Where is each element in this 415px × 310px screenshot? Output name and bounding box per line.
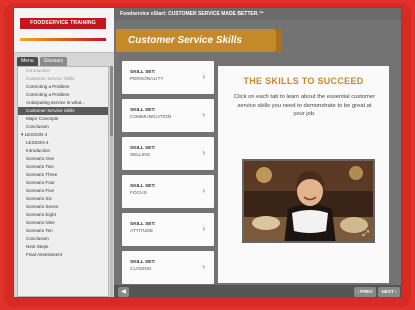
page-title: Customer Service Skills (116, 29, 276, 52)
portal-logo: FOODSERVICE TRAINING PORTAL (14, 8, 114, 53)
chevron-right-icon: › (202, 110, 205, 119)
skill-tab-label: SKILL SET: (130, 222, 156, 227)
skill-tab-attitude[interactable]: SKILL SET: ATTITUDE › (122, 213, 214, 246)
skill-tab-name: PERSONALITY (130, 77, 164, 82)
skill-tab-closing[interactable]: SKILL SET: CLOSING › (122, 251, 214, 284)
menu-item[interactable]: LESSON 4 (18, 139, 108, 147)
panel-title: THE SKILLS TO SUCCEED (243, 76, 364, 86)
course-title-bar: Foodservice eStart: CUSTOMER SERVICE MAD… (114, 8, 401, 20)
menu-item[interactable]: Correcting a Problem (18, 83, 108, 91)
sidebar-tabs: Menu Glossary (14, 57, 114, 66)
photo-illustration (244, 161, 373, 241)
menu-item[interactable]: Scenario Three (18, 171, 108, 179)
skills-panel: THE SKILLS TO SUCCEED Click on each tab … (218, 66, 389, 283)
skill-tab-name: CLOSING (130, 267, 152, 272)
scroll-thumb[interactable] (110, 66, 113, 136)
menu-scrollbar[interactable] (110, 66, 113, 297)
menu-item[interactable]: Scenario Five (18, 187, 108, 195)
skill-tab-communication[interactable]: SKILL SET: COMMUNICATION › (122, 99, 214, 132)
sidebar: FOODSERVICE TRAINING PORTAL Menu Glossar… (14, 8, 114, 297)
skill-tab-focus[interactable]: SKILL SET: FOCUS › (122, 175, 214, 208)
menu-item[interactable]: Conclusion (18, 123, 108, 131)
menu-item[interactable]: Scenario Six (18, 195, 108, 203)
main-content: Customer Service Skills SKILL SET: PERSON… (114, 20, 401, 285)
menu-item[interactable]: Next Steps (18, 243, 108, 251)
skill-tab-label: SKILL SET: (130, 108, 156, 113)
menu-item[interactable]: Scenario One (18, 155, 108, 163)
tab-menu[interactable]: Menu (17, 57, 38, 66)
chevron-right-icon: › (202, 262, 205, 271)
menu-item[interactable]: Customer Service Skills (18, 75, 108, 83)
logo-stripe (20, 38, 106, 41)
skill-tab-selling[interactable]: SKILL SET: SELLING › (122, 137, 214, 170)
menu-item[interactable]: Scenario Seven (18, 203, 108, 211)
menu-item[interactable]: Scenario Nine (18, 219, 108, 227)
chevron-right-icon: › (202, 186, 205, 195)
skill-tab-name: COMMUNICATION (130, 115, 172, 120)
menu-item[interactable]: ▾ LESSON 4 (18, 131, 108, 139)
menu-item[interactable]: Correcting a Problem (18, 91, 108, 99)
server-photo: ⤢ (242, 159, 375, 243)
menu-item[interactable]: Major Concepts (18, 115, 108, 123)
menu-item[interactable]: Introduction (18, 67, 108, 75)
collapse-menu-button[interactable]: ◀ (118, 287, 129, 297)
menu-item[interactable]: Final Assessment (18, 251, 108, 259)
skill-tab-personality[interactable]: SKILL SET: PERSONALITY › (122, 61, 214, 94)
menu-item[interactable]: Scenario Ten (18, 227, 108, 235)
chevron-right-icon: › (202, 148, 205, 157)
next-button[interactable]: NEXT › (378, 287, 400, 297)
chevron-right-icon: › (202, 224, 205, 233)
navigation-bar: ◀ ‹ PREV NEXT › (114, 285, 401, 297)
skill-tab-name: SELLING (130, 153, 151, 158)
menu-item[interactable]: Introduction (18, 147, 108, 155)
prev-button[interactable]: ‹ PREV (354, 287, 376, 297)
chevron-right-icon: › (202, 72, 205, 81)
logo-text: FOODSERVICE TRAINING PORTAL (20, 18, 106, 37)
menu-item[interactable]: Customer Service Skills (18, 107, 108, 115)
expand-icon[interactable]: ⤢ (361, 229, 370, 238)
skill-tab-label: SKILL SET: (130, 260, 156, 265)
tab-glossary[interactable]: Glossary (39, 57, 68, 66)
course-menu: Introduction Customer Service Skills Corre… (17, 66, 109, 297)
menu-item[interactable]: Anticipating service is what... (18, 99, 108, 107)
skill-tab-label: SKILL SET: (130, 184, 156, 189)
menu-item[interactable]: Scenario Eight (18, 211, 108, 219)
skill-tab-label: SKILL SET: (130, 146, 156, 151)
menu-item[interactable]: Scenario Two (18, 163, 108, 171)
panel-body: Click on each tab to learn about the ess… (233, 94, 376, 117)
menu-item[interactable]: Scenario Four (18, 179, 108, 187)
title-banner-edge (276, 29, 282, 52)
course-window: FOODSERVICE TRAINING PORTAL Menu Glossar… (13, 7, 402, 298)
skill-tab-name: ATTITUDE (130, 229, 154, 234)
skill-tab-name: FOCUS (130, 191, 147, 196)
skill-tab-label: SKILL SET: (130, 70, 156, 75)
menu-item[interactable]: Conclusion (18, 235, 108, 243)
